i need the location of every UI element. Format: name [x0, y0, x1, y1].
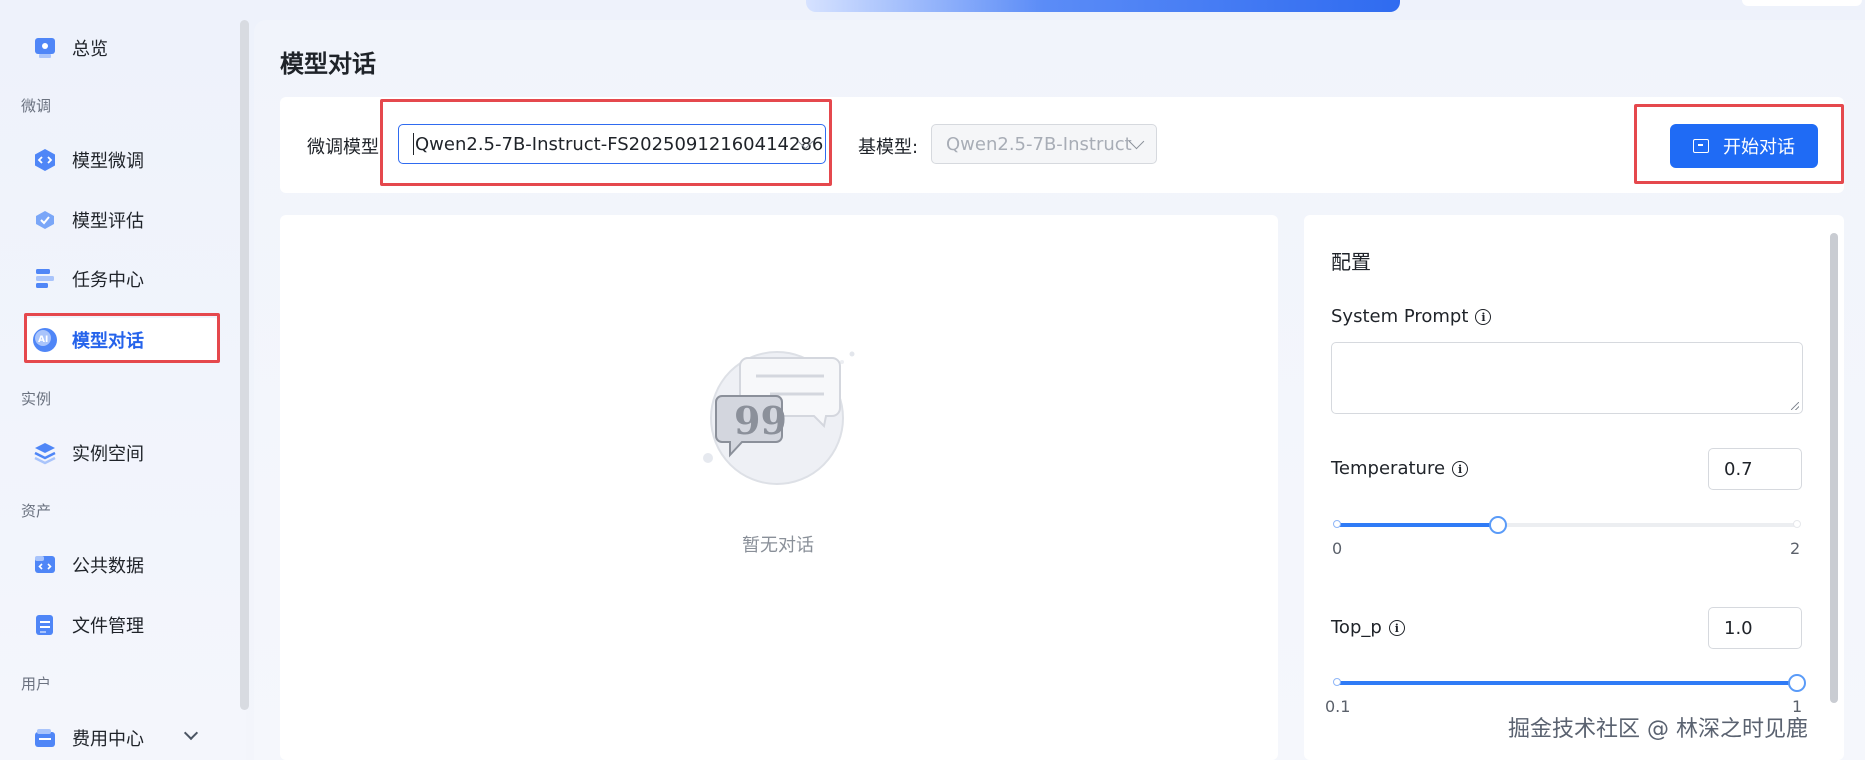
sidebar-item-task-center[interactable]: 任务中心 [24, 257, 220, 301]
slider-start-dot [1333, 520, 1341, 528]
temperature-slider-handle[interactable] [1489, 516, 1507, 534]
highlight-box-start-button [1634, 104, 1844, 184]
sidebar-scrollbar[interactable] [240, 20, 249, 710]
temperature-input[interactable]: 0.7 [1708, 448, 1802, 490]
layers-icon [32, 440, 58, 466]
top-p-input[interactable]: 1.0 [1708, 607, 1802, 649]
public-data-icon [32, 552, 58, 578]
model-finetune-icon [32, 147, 58, 173]
temperature-slider-fill [1337, 523, 1498, 527]
watermark: 掘金技术社区 @ 林深之时见鹿 [1508, 717, 1808, 742]
svg-text:99: 99 [734, 398, 787, 443]
empty-state-text: 暂无对话 [742, 535, 814, 556]
sidebar-item-label: 模型微调 [72, 151, 144, 172]
top-p-label-text: Top_p [1331, 617, 1382, 638]
temperature-min-label: 0 [1332, 539, 1343, 558]
sidebar-item-instance-space[interactable]: 实例空间 [24, 431, 220, 475]
info-icon[interactable]: i [1388, 619, 1405, 636]
system-prompt-label: System Prompt i [1331, 306, 1492, 327]
config-title: 配置 [1331, 250, 1371, 274]
chevron-down-icon[interactable] [183, 725, 199, 741]
sidebar-item-file-management[interactable]: 文件管理 [24, 603, 220, 647]
sidebar-item-label: 公共数据 [72, 556, 144, 577]
config-scrollbar[interactable] [1830, 233, 1838, 703]
sidebar: 总览 微调 模型微调 模型评估 任务中心 AI 模型对话 实例 实例空间 资产 [0, 0, 249, 760]
top-p-min-label: 0.1 [1325, 697, 1351, 716]
section-label-assets: 资产 [21, 502, 52, 520]
sidebar-item-public-data[interactable]: 公共数据 [24, 543, 220, 587]
sidebar-item-label: 任务中心 [72, 270, 144, 291]
temperature-label: Temperature i [1331, 458, 1469, 479]
section-label-finetune: 微调 [21, 97, 52, 115]
page-title: 模型对话 [280, 50, 376, 78]
sidebar-item-model-finetune[interactable]: 模型微调 [24, 138, 220, 182]
temperature-slider[interactable] [1333, 516, 1801, 534]
top-right-pill [1742, 0, 1862, 6]
sidebar-item-label: 实例空间 [72, 444, 144, 465]
section-label-instance: 实例 [21, 390, 52, 408]
system-prompt-input[interactable] [1331, 342, 1803, 414]
billing-icon [32, 725, 58, 751]
sidebar-item-billing-center[interactable]: 费用中心 [24, 716, 220, 760]
top-p-slider-fill [1337, 681, 1797, 685]
file-icon [32, 612, 58, 638]
sidebar-item-model-evaluation[interactable]: 模型评估 [24, 198, 220, 242]
model-evaluation-icon [32, 207, 58, 233]
slider-end-dot [1793, 520, 1801, 528]
base-model-value: Qwen2.5-7B-Instruct [946, 133, 1132, 155]
top-p-label: Top_p i [1331, 617, 1405, 638]
sidebar-item-overview[interactable]: 总览 [24, 26, 220, 70]
info-icon[interactable]: i [1475, 308, 1492, 325]
info-icon[interactable]: i [1452, 460, 1469, 477]
temperature-label-text: Temperature [1331, 458, 1446, 479]
highlight-box-sidebar [24, 313, 220, 363]
highlight-box-model-select [380, 99, 832, 186]
sidebar-item-label: 总览 [72, 39, 108, 60]
task-center-icon [32, 266, 58, 292]
section-label-user: 用户 [21, 675, 52, 693]
overview-icon [32, 35, 58, 61]
top-p-slider[interactable] [1333, 674, 1806, 692]
sidebar-item-label: 模型评估 [72, 211, 144, 232]
resize-handle-icon[interactable] [1791, 402, 1799, 410]
top-banner [806, 0, 1400, 12]
sidebar-item-label: 费用中心 [72, 729, 144, 750]
finetuned-model-label: 微调模型: [307, 137, 386, 158]
slider-start-dot [1333, 678, 1341, 686]
base-model-select: Qwen2.5-7B-Instruct [931, 124, 1157, 164]
empty-chat-illustration: 99 [700, 344, 860, 494]
temperature-max-label: 2 [1790, 539, 1801, 558]
system-prompt-label-text: System Prompt [1331, 306, 1469, 327]
sidebar-item-label: 文件管理 [72, 616, 144, 637]
base-model-label: 基模型: [858, 137, 919, 158]
top-p-slider-handle[interactable] [1788, 674, 1806, 692]
